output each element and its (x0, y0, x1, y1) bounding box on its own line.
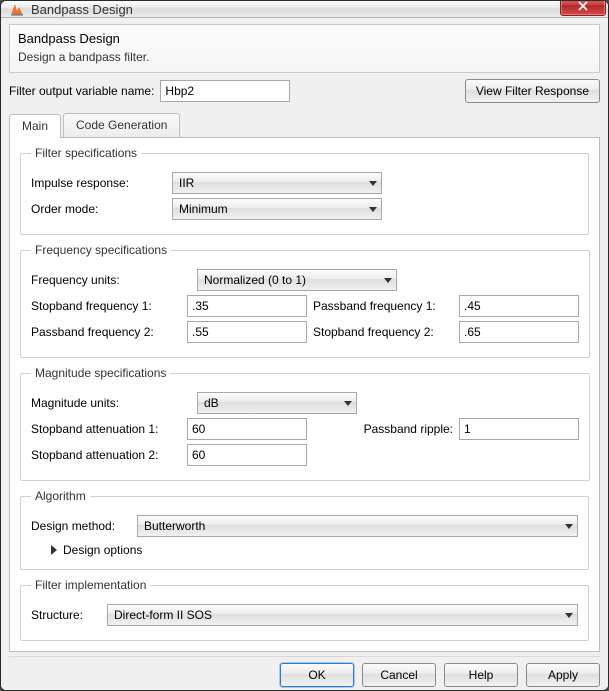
tab-main[interactable]: Main (9, 114, 61, 138)
window-title: Bandpass Design (31, 2, 560, 17)
tabstrip: Main Code Generation (9, 113, 600, 137)
apply-button[interactable]: Apply (526, 663, 600, 687)
filter-var-row: Filter output variable name: View Filter… (9, 79, 600, 103)
group-filter-spec: Filter specifications Impulse response: … (20, 146, 589, 235)
group-algorithm-title: Algorithm (31, 489, 90, 503)
group-frequency-spec-title: Frequency specifications (31, 243, 171, 257)
astop1-label: Stopband attenuation 1: (31, 422, 181, 436)
design-method-select[interactable]: Butterworth (137, 515, 578, 537)
mag-units-value: dB (204, 396, 219, 410)
cancel-button[interactable]: Cancel (362, 663, 436, 687)
chevron-down-icon (565, 613, 573, 618)
group-implementation: Filter implementation Structure: Direct-… (20, 578, 589, 641)
impulse-response-select[interactable]: IIR (172, 172, 382, 194)
astop2-input[interactable] (187, 444, 307, 466)
mag-units-label: Magnitude units: (31, 396, 191, 410)
group-filter-spec-title: Filter specifications (31, 146, 141, 160)
freq-units-label: Frequency units: (31, 273, 191, 287)
fstop2-label: Stopband frequency 2: (313, 325, 453, 339)
apass-label: Passband ripple: (313, 422, 453, 436)
titlebar[interactable]: Bandpass Design (1, 1, 608, 18)
impulse-response-label: Impulse response: (31, 176, 166, 190)
order-mode-label: Order mode: (31, 202, 166, 216)
astop2-label: Stopband attenuation 2: (31, 448, 181, 462)
close-button[interactable] (560, 0, 606, 16)
dialog-subtitle: Design a bandpass filter. (18, 50, 591, 64)
astop1-input[interactable] (187, 418, 307, 440)
chevron-down-icon (369, 207, 377, 212)
chevron-right-icon (51, 545, 57, 555)
impulse-response-value: IIR (179, 176, 194, 190)
structure-value: Direct-form II SOS (114, 608, 212, 622)
design-method-value: Butterworth (144, 519, 205, 533)
order-mode-value: Minimum (179, 202, 228, 216)
mag-units-select[interactable]: dB (197, 392, 357, 414)
fstop1-input[interactable] (187, 295, 307, 317)
app-icon (9, 1, 25, 17)
ok-button[interactable]: OK (280, 663, 354, 687)
design-options-label: Design options (63, 543, 142, 557)
group-magnitude-spec-title: Magnitude specifications (31, 366, 170, 380)
group-frequency-spec: Frequency specifications Frequency units… (20, 243, 590, 358)
freq-units-select[interactable]: Normalized (0 to 1) (197, 269, 397, 291)
chevron-down-icon (565, 524, 573, 529)
fpass1-label: Passband frequency 1: (313, 299, 453, 313)
dialog-title: Bandpass Design (18, 31, 591, 46)
view-filter-response-button[interactable]: View Filter Response (465, 79, 600, 103)
apass-input[interactable] (459, 418, 579, 440)
fpass2-label: Passband frequency 2: (31, 325, 181, 339)
fstop1-label: Stopband frequency 1: (31, 299, 181, 313)
help-button[interactable]: Help (444, 663, 518, 687)
dialog-window: Bandpass Design Bandpass Design Design a… (0, 0, 609, 691)
button-bar: OK Cancel Help Apply (9, 656, 600, 687)
structure-select[interactable]: Direct-form II SOS (107, 604, 578, 626)
group-magnitude-spec: Magnitude specifications Magnitude units… (20, 366, 590, 481)
freq-units-value: Normalized (0 to 1) (204, 273, 306, 287)
header-box: Bandpass Design Design a bandpass filter… (9, 24, 600, 73)
filter-var-input[interactable] (160, 80, 290, 102)
chevron-down-icon (344, 401, 352, 406)
filter-var-label: Filter output variable name: (9, 84, 154, 98)
structure-label: Structure: (31, 608, 101, 622)
order-mode-select[interactable]: Minimum (172, 198, 382, 220)
fpass1-input[interactable] (459, 295, 579, 317)
fpass2-input[interactable] (187, 321, 307, 343)
close-icon (578, 1, 588, 11)
chevron-down-icon (369, 181, 377, 186)
tab-code-generation[interactable]: Code Generation (63, 113, 180, 137)
group-implementation-title: Filter implementation (31, 578, 150, 592)
chevron-down-icon (384, 278, 392, 283)
design-method-label: Design method: (31, 519, 131, 533)
client-area: Bandpass Design Design a bandpass filter… (1, 18, 608, 691)
tab-main-page: Filter specifications Impulse response: … (9, 137, 600, 652)
fstop2-input[interactable] (459, 321, 579, 343)
group-algorithm: Algorithm Design method: Butterworth Des… (20, 489, 589, 570)
design-options-toggle[interactable]: Design options (51, 543, 578, 557)
